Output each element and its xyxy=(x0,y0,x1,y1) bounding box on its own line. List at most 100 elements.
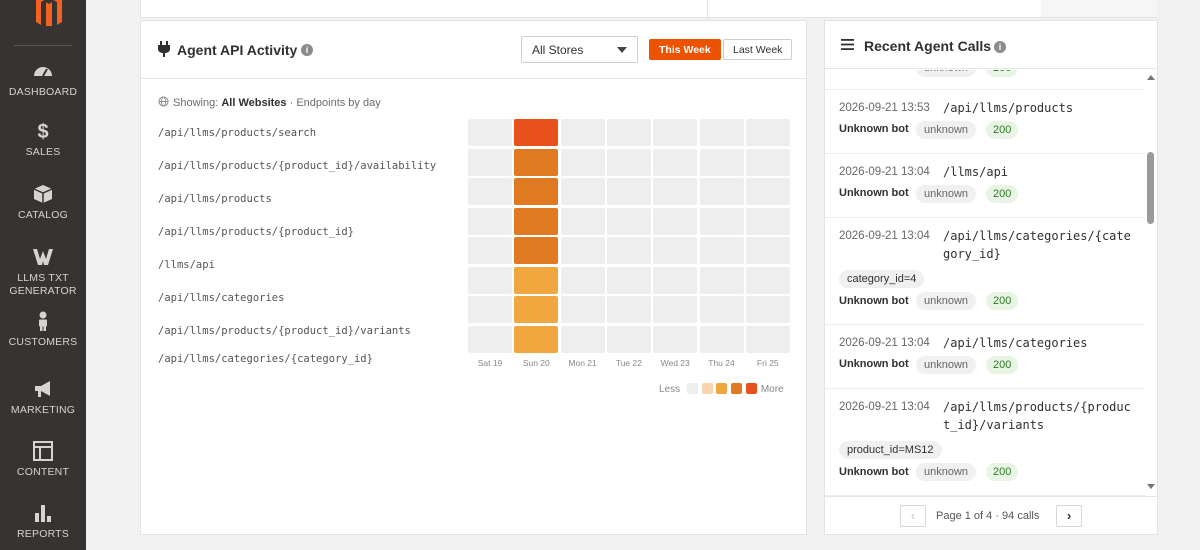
heatmap-cell[interactable] xyxy=(745,119,790,146)
scrollbar[interactable] xyxy=(1144,70,1158,496)
bot-tag: unknown xyxy=(916,185,977,203)
heatmap-cell[interactable] xyxy=(699,325,744,353)
heatmap-cell[interactable] xyxy=(560,296,605,323)
heatmap-cell[interactable] xyxy=(606,207,651,235)
heatmap-cell[interactable] xyxy=(745,148,790,176)
heatmap-cell[interactable] xyxy=(745,266,790,294)
heatmap-cell[interactable] xyxy=(606,148,651,176)
heatmap-cell[interactable] xyxy=(606,178,651,205)
heatmap-cell[interactable] xyxy=(745,325,790,353)
list-item[interactable]: 2026-09-21 13:04/api/llms/products/{prod… xyxy=(825,389,1145,496)
heatmap-cell[interactable] xyxy=(514,296,559,323)
heatmap-cell[interactable] xyxy=(468,325,512,353)
list-icon xyxy=(841,39,854,50)
heatmap-cell[interactable] xyxy=(653,119,698,146)
heatmap-cell[interactable] xyxy=(468,296,512,323)
heatmap-cell[interactable] xyxy=(560,178,605,205)
heatmap-cell[interactable] xyxy=(514,325,559,353)
prev-page-button[interactable]: ‹ xyxy=(900,505,926,527)
magento-logo-icon[interactable] xyxy=(36,0,62,26)
list-item[interactable]: 2026-09-21 13:04/api/llms/categories Unkn… xyxy=(825,325,1145,389)
day-label: Sun 20 xyxy=(522,358,550,368)
heatmap-cell[interactable] xyxy=(560,119,605,146)
heatmap-cell[interactable] xyxy=(699,266,744,294)
heatmap-cell[interactable] xyxy=(560,148,605,176)
heatmap-cell[interactable] xyxy=(514,237,559,264)
heatmap-cell[interactable] xyxy=(653,237,698,264)
heatmap-cell[interactable] xyxy=(468,148,512,176)
heatmap-cell[interactable] xyxy=(514,148,559,176)
heatmap-cell[interactable] xyxy=(514,207,559,235)
day-label: Mon 21 xyxy=(568,358,597,368)
heatmap-cell[interactable] xyxy=(699,148,744,176)
sidebar-item-customers[interactable]: CUSTOMERS xyxy=(0,310,86,349)
heatmap-cell[interactable] xyxy=(699,207,744,235)
list-item[interactable]: 2026-09-21 13:04/llms/api Unknown bot unkn… xyxy=(825,154,1145,218)
recent-calls-list[interactable]: unknown 200 2026-09-21 13:53/api/llms/pr… xyxy=(825,70,1145,496)
sidebar-item-dashboard[interactable]: DASHBOARD xyxy=(0,60,86,99)
heatmap-cell[interactable] xyxy=(606,119,651,146)
heatmap-cell[interactable] xyxy=(514,178,559,205)
heatmap-cell[interactable] xyxy=(468,178,512,205)
heatmap-cell[interactable] xyxy=(560,266,605,294)
list-item[interactable]: 2026-09-21 13:04/api/llms/categories/{ca… xyxy=(825,218,1145,325)
w-logo-icon xyxy=(32,246,54,268)
heatmap-cell[interactable] xyxy=(653,148,698,176)
heatmap-cell[interactable] xyxy=(514,119,559,146)
heatmap-cell[interactable] xyxy=(468,119,512,146)
day-label: Wed 23 xyxy=(660,358,690,368)
dashboard-gauge-icon xyxy=(32,60,54,82)
heatmap-cell[interactable] xyxy=(699,119,744,146)
heatmap-cell[interactable] xyxy=(606,266,651,294)
last-week-button[interactable]: Last Week xyxy=(723,39,793,60)
sidebar-item-llms-txt-generator[interactable]: LLMS TXT GENERATOR xyxy=(0,246,86,298)
sidebar-item-marketing[interactable]: MARKETING xyxy=(0,378,86,417)
scroll-up-arrow-icon[interactable] xyxy=(1147,75,1155,80)
activity-title: Agent API Activity xyxy=(177,42,298,58)
sidebar-item-sales[interactable]: $ SALES xyxy=(0,120,86,159)
heatmap-cell[interactable] xyxy=(653,296,698,323)
heatmap-cell[interactable] xyxy=(560,237,605,264)
call-param: category_id=4 xyxy=(839,270,925,288)
this-week-button[interactable]: This Week xyxy=(649,39,721,60)
heatmap-cell[interactable] xyxy=(653,325,698,353)
activity-header: Agent API Activity i All Stores This Wee… xyxy=(141,21,806,79)
store-select[interactable]: All Stores xyxy=(521,36,638,63)
heatmap-cell[interactable] xyxy=(514,266,559,294)
showing-scope-value: All Websites xyxy=(221,97,287,109)
scroll-thumb[interactable] xyxy=(1147,152,1154,224)
recent-header: Recent Agent Calls i xyxy=(825,21,1157,69)
heatmap-cell[interactable] xyxy=(745,178,790,205)
legend-swatch-3 xyxy=(731,383,743,394)
heatmap-cell[interactable] xyxy=(699,178,744,205)
showing-scope: Showing: All Websites · Endpoints by day xyxy=(158,96,381,109)
heatmap-cell[interactable] xyxy=(606,237,651,264)
heatmap-cell[interactable] xyxy=(653,178,698,205)
scroll-down-arrow-icon[interactable] xyxy=(1147,484,1155,489)
heatmap-cell[interactable] xyxy=(560,207,605,235)
bar-chart-icon xyxy=(32,502,54,524)
sidebar-item-reports[interactable]: REPORTS xyxy=(0,502,86,541)
list-item[interactable]: 2026-09-21 13:53/api/llms/products Unknow… xyxy=(825,90,1145,154)
info-icon[interactable]: i xyxy=(301,44,313,56)
sidebar-item-label: CUSTOMERS xyxy=(8,336,78,348)
heatmap-cell[interactable] xyxy=(606,296,651,323)
heatmap-cell[interactable] xyxy=(653,207,698,235)
heatmap-cell[interactable] xyxy=(468,207,512,235)
info-icon[interactable]: i xyxy=(994,41,1006,53)
megaphone-icon xyxy=(32,378,54,400)
heatmap-cell[interactable] xyxy=(653,266,698,294)
heatmap-cell[interactable] xyxy=(560,325,605,353)
heatmap-cell[interactable] xyxy=(699,296,744,323)
sidebar-item-content[interactable]: CONTENT xyxy=(0,440,86,479)
sidebar-item-catalog[interactable]: CATALOG xyxy=(0,183,86,222)
next-page-button[interactable]: › xyxy=(1056,505,1082,527)
heatmap-cell[interactable] xyxy=(745,237,790,264)
heatmap-cell[interactable] xyxy=(468,237,512,264)
heatmap-cell[interactable] xyxy=(745,296,790,323)
list-item[interactable]: unknown 200 xyxy=(825,70,1145,90)
heatmap-cell[interactable] xyxy=(468,266,512,294)
heatmap-cell[interactable] xyxy=(745,207,790,235)
heatmap-cell[interactable] xyxy=(606,325,651,353)
heatmap-cell[interactable] xyxy=(699,237,744,264)
